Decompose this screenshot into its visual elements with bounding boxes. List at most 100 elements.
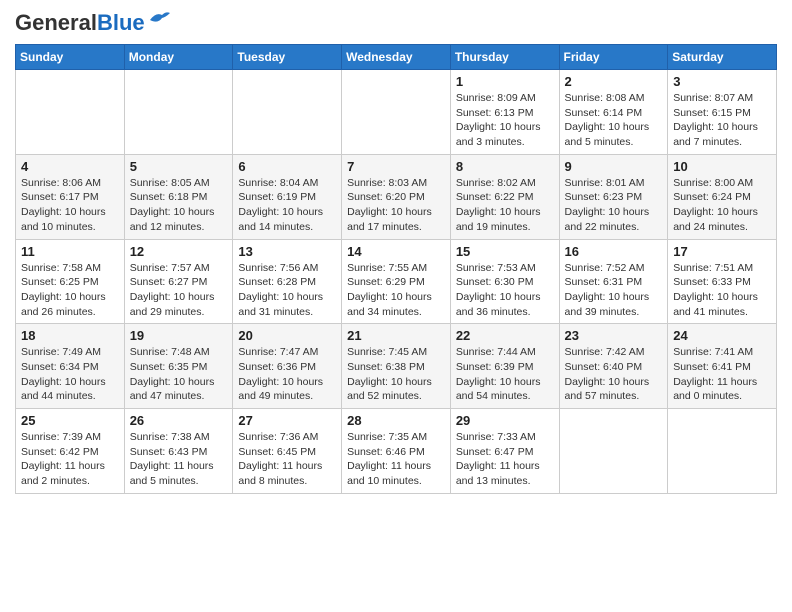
day-info: Sunrise: 8:03 AMSunset: 6:20 PMDaylight:… xyxy=(347,176,445,235)
week-row-1: 4Sunrise: 8:06 AMSunset: 6:17 PMDaylight… xyxy=(16,154,777,239)
weekday-saturday: Saturday xyxy=(668,45,777,70)
day-number: 21 xyxy=(347,328,445,343)
day-number: 5 xyxy=(130,159,228,174)
week-row-2: 11 Sunrise: 7:58 AMSunset: 6:25 PMDayligh… xyxy=(16,239,777,324)
day-number: 14 xyxy=(347,244,445,259)
day-number: 28 xyxy=(347,413,445,428)
calendar-cell: 4Sunrise: 8:06 AMSunset: 6:17 PMDaylight… xyxy=(16,154,125,239)
day-number: 23 xyxy=(565,328,663,343)
day-info: Sunrise: 7:35 AMSunset: 6:46 PMDaylight:… xyxy=(347,430,445,489)
day-number: 22 xyxy=(456,328,554,343)
header: GeneralBlue xyxy=(15,10,777,36)
calendar-cell xyxy=(342,70,451,155)
calendar-cell xyxy=(668,409,777,494)
day-info: Sunrise: 7:38 AMSunset: 6:43 PMDaylight:… xyxy=(130,430,228,489)
day-info: Sunrise: 7:47 AMSunset: 6:36 PMDaylight:… xyxy=(238,345,336,404)
day-info: Sunrise: 7:58 AMSunset: 6:25 PMDaylight:… xyxy=(21,261,119,320)
day-number: 13 xyxy=(238,244,336,259)
day-info: Sunrise: 7:57 AMSunset: 6:27 PMDaylight:… xyxy=(130,261,228,320)
day-info: Sunrise: 8:02 AMSunset: 6:22 PMDaylight:… xyxy=(456,176,554,235)
calendar-cell: 8 Sunrise: 8:02 AMSunset: 6:22 PMDaylight… xyxy=(450,154,559,239)
calendar-cell: 18Sunrise: 7:49 AMSunset: 6:34 PMDayligh… xyxy=(16,324,125,409)
day-number: 25 xyxy=(21,413,119,428)
calendar-cell: 11 Sunrise: 7:58 AMSunset: 6:25 PMDayligh… xyxy=(16,239,125,324)
day-info: Sunrise: 7:36 AMSunset: 6:45 PMDaylight:… xyxy=(238,430,336,489)
day-info: Sunrise: 8:04 AMSunset: 6:19 PMDaylight:… xyxy=(238,176,336,235)
day-info: Sunrise: 8:07 AMSunset: 6:15 PMDaylight:… xyxy=(673,91,771,150)
calendar-cell: 22 Sunrise: 7:44 AMSunset: 6:39 PMDayligh… xyxy=(450,324,559,409)
day-number: 19 xyxy=(130,328,228,343)
day-info: Sunrise: 7:45 AMSunset: 6:38 PMDaylight:… xyxy=(347,345,445,404)
calendar-cell xyxy=(16,70,125,155)
day-number: 3 xyxy=(673,74,771,89)
day-info: Sunrise: 8:06 AMSunset: 6:17 PMDaylight:… xyxy=(21,176,119,235)
logo-text: GeneralBlue xyxy=(15,10,145,36)
weekday-tuesday: Tuesday xyxy=(233,45,342,70)
calendar-cell: 27 Sunrise: 7:36 AMSunset: 6:45 PMDayligh… xyxy=(233,409,342,494)
calendar-cell xyxy=(559,409,668,494)
calendar-cell: 21 Sunrise: 7:45 AMSunset: 6:38 PMDayligh… xyxy=(342,324,451,409)
calendar-cell: 5 Sunrise: 8:05 AMSunset: 6:18 PMDaylight… xyxy=(124,154,233,239)
week-row-4: 25Sunrise: 7:39 AMSunset: 6:42 PMDayligh… xyxy=(16,409,777,494)
calendar-cell: 14 Sunrise: 7:55 AMSunset: 6:29 PMDayligh… xyxy=(342,239,451,324)
day-info: Sunrise: 7:48 AMSunset: 6:35 PMDaylight:… xyxy=(130,345,228,404)
calendar-cell: 15 Sunrise: 7:53 AMSunset: 6:30 PMDayligh… xyxy=(450,239,559,324)
day-number: 6 xyxy=(238,159,336,174)
calendar-cell: 25Sunrise: 7:39 AMSunset: 6:42 PMDayligh… xyxy=(16,409,125,494)
day-info: Sunrise: 7:56 AMSunset: 6:28 PMDaylight:… xyxy=(238,261,336,320)
weekday-wednesday: Wednesday xyxy=(342,45,451,70)
day-number: 20 xyxy=(238,328,336,343)
calendar-cell: 2 Sunrise: 8:08 AMSunset: 6:14 PMDaylight… xyxy=(559,70,668,155)
calendar-cell: 29 Sunrise: 7:33 AMSunset: 6:47 PMDayligh… xyxy=(450,409,559,494)
weekday-sunday: Sunday xyxy=(16,45,125,70)
calendar-cell: 26 Sunrise: 7:38 AMSunset: 6:43 PMDayligh… xyxy=(124,409,233,494)
calendar-cell: 24 Sunrise: 7:41 AMSunset: 6:41 PMDayligh… xyxy=(668,324,777,409)
calendar-cell: 16 Sunrise: 7:52 AMSunset: 6:31 PMDayligh… xyxy=(559,239,668,324)
calendar-cell: 3 Sunrise: 8:07 AMSunset: 6:15 PMDaylight… xyxy=(668,70,777,155)
day-number: 29 xyxy=(456,413,554,428)
weekday-monday: Monday xyxy=(124,45,233,70)
day-number: 15 xyxy=(456,244,554,259)
day-info: Sunrise: 7:55 AMSunset: 6:29 PMDaylight:… xyxy=(347,261,445,320)
day-info: Sunrise: 8:01 AMSunset: 6:23 PMDaylight:… xyxy=(565,176,663,235)
calendar-cell: 10Sunrise: 8:00 AMSunset: 6:24 PMDayligh… xyxy=(668,154,777,239)
calendar-cell: 12 Sunrise: 7:57 AMSunset: 6:27 PMDayligh… xyxy=(124,239,233,324)
day-number: 27 xyxy=(238,413,336,428)
day-number: 8 xyxy=(456,159,554,174)
logo-bird-icon xyxy=(148,10,170,28)
day-number: 2 xyxy=(565,74,663,89)
day-info: Sunrise: 8:05 AMSunset: 6:18 PMDaylight:… xyxy=(130,176,228,235)
calendar-cell: 9Sunrise: 8:01 AMSunset: 6:23 PMDaylight… xyxy=(559,154,668,239)
calendar-cell: 28 Sunrise: 7:35 AMSunset: 6:46 PMDayligh… xyxy=(342,409,451,494)
calendar-cell: 23Sunrise: 7:42 AMSunset: 6:40 PMDayligh… xyxy=(559,324,668,409)
day-number: 17 xyxy=(673,244,771,259)
calendar-cell: 13 Sunrise: 7:56 AMSunset: 6:28 PMDayligh… xyxy=(233,239,342,324)
calendar-cell: 19 Sunrise: 7:48 AMSunset: 6:35 PMDayligh… xyxy=(124,324,233,409)
day-number: 7 xyxy=(347,159,445,174)
calendar-cell: 17 Sunrise: 7:51 AMSunset: 6:33 PMDayligh… xyxy=(668,239,777,324)
calendar-cell: 6 Sunrise: 8:04 AMSunset: 6:19 PMDaylight… xyxy=(233,154,342,239)
day-info: Sunrise: 7:52 AMSunset: 6:31 PMDaylight:… xyxy=(565,261,663,320)
day-number: 26 xyxy=(130,413,228,428)
day-info: Sunrise: 7:51 AMSunset: 6:33 PMDaylight:… xyxy=(673,261,771,320)
day-number: 11 xyxy=(21,244,119,259)
weekday-thursday: Thursday xyxy=(450,45,559,70)
day-info: Sunrise: 8:08 AMSunset: 6:14 PMDaylight:… xyxy=(565,91,663,150)
calendar-cell xyxy=(233,70,342,155)
calendar-cell: 20 Sunrise: 7:47 AMSunset: 6:36 PMDayligh… xyxy=(233,324,342,409)
day-number: 16 xyxy=(565,244,663,259)
day-number: 1 xyxy=(456,74,554,89)
week-row-0: 1Sunrise: 8:09 AMSunset: 6:13 PMDaylight… xyxy=(16,70,777,155)
day-info: Sunrise: 7:44 AMSunset: 6:39 PMDaylight:… xyxy=(456,345,554,404)
day-number: 24 xyxy=(673,328,771,343)
calendar-cell xyxy=(124,70,233,155)
calendar-cell: 1Sunrise: 8:09 AMSunset: 6:13 PMDaylight… xyxy=(450,70,559,155)
day-number: 18 xyxy=(21,328,119,343)
calendar-cell: 7 Sunrise: 8:03 AMSunset: 6:20 PMDaylight… xyxy=(342,154,451,239)
weekday-header-row: SundayMondayTuesdayWednesdayThursdayFrid… xyxy=(16,45,777,70)
day-number: 12 xyxy=(130,244,228,259)
day-info: Sunrise: 7:41 AMSunset: 6:41 PMDaylight:… xyxy=(673,345,771,404)
day-info: Sunrise: 7:53 AMSunset: 6:30 PMDaylight:… xyxy=(456,261,554,320)
day-info: Sunrise: 7:33 AMSunset: 6:47 PMDaylight:… xyxy=(456,430,554,489)
week-row-3: 18Sunrise: 7:49 AMSunset: 6:34 PMDayligh… xyxy=(16,324,777,409)
